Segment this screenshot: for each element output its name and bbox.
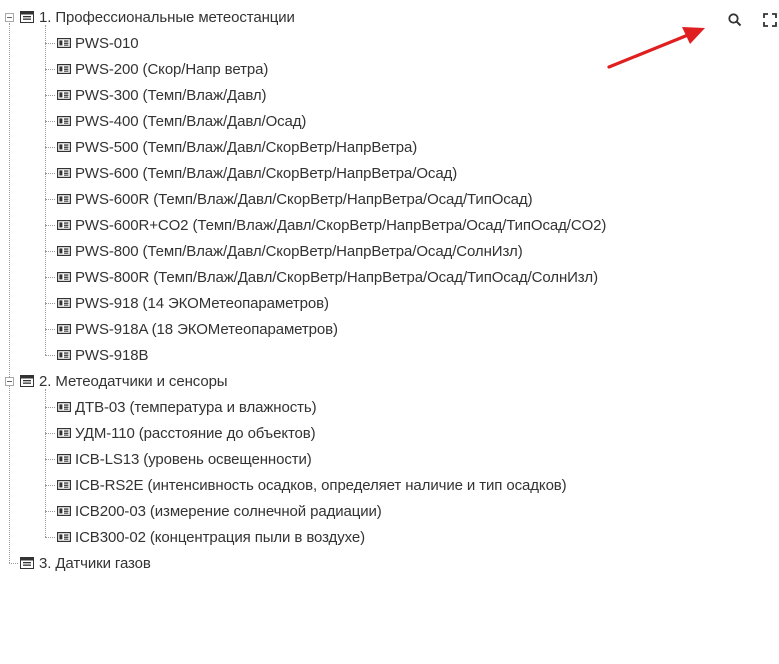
tree-item-label: PWS-918B bbox=[75, 346, 149, 364]
tree-item-label: PWS-300 (Темп/Влаж/Давл) bbox=[75, 86, 267, 104]
tree-item-label: ICB200-03 (измерение солнечной радиации) bbox=[75, 502, 382, 520]
tree-branch-line bbox=[45, 95, 55, 96]
tree-item[interactable]: УДМ-110 (расстояние до объектов) bbox=[57, 420, 316, 446]
tree-item[interactable]: PWS-400 (Темп/Влаж/Давл/Осад) bbox=[57, 108, 306, 134]
device-icon bbox=[57, 428, 71, 438]
tree-group-label: 3. Датчики газов bbox=[39, 554, 151, 572]
tree-branch-line bbox=[45, 25, 46, 355]
tree-item-label: PWS-918 (14 ЭКОМетеопараметров) bbox=[75, 294, 329, 312]
tree-branch-line bbox=[45, 251, 55, 252]
tree-item[interactable]: PWS-600 (Темп/Влаж/Давл/СкорВетр/НапрВет… bbox=[57, 160, 457, 186]
tree-group-3[interactable]: 3. Датчики газов bbox=[20, 550, 151, 576]
device-icon bbox=[57, 272, 71, 282]
device-tree: 1. Профессиональные метеостанции PWS-010 P… bbox=[0, 0, 779, 664]
tree-branch-line bbox=[45, 485, 55, 486]
device-icon bbox=[57, 168, 71, 178]
tree-branch-line bbox=[45, 147, 55, 148]
device-icon bbox=[57, 298, 71, 308]
device-icon bbox=[57, 532, 71, 542]
device-icon bbox=[57, 220, 71, 230]
tree-item-label: PWS-010 bbox=[75, 34, 139, 52]
tree-item-label: PWS-400 (Темп/Влаж/Давл/Осад) bbox=[75, 112, 307, 130]
tree-item[interactable]: PWS-500 (Темп/Влаж/Давл/СкорВетр/НапрВет… bbox=[57, 134, 417, 160]
tree-branch-line bbox=[45, 407, 55, 408]
device-icon bbox=[57, 506, 71, 516]
tree-item[interactable]: PWS-918 (14 ЭКОМетеопараметров) bbox=[57, 290, 329, 316]
tree-item-label: PWS-800R (Темп/Влаж/Давл/СкорВетр/НапрВе… bbox=[75, 268, 598, 286]
tree-branch-line bbox=[45, 329, 55, 330]
tree-item-label: ICB300-02 (концентрация пыли в воздухе) bbox=[75, 528, 365, 546]
tree-item[interactable]: PWS-600R (Темп/Влаж/Давл/СкорВетр/НапрВе… bbox=[57, 186, 533, 212]
tree-item-label: ICB-RS2E (интенсивность осадков, определ… bbox=[75, 476, 567, 494]
tree-group-2[interactable]: 2. Метеодатчики и сенсоры bbox=[20, 368, 228, 394]
tree-branch-line bbox=[45, 511, 55, 512]
tree-item[interactable]: ICB300-02 (концентрация пыли в воздухе) bbox=[57, 524, 365, 550]
tree-branch-line bbox=[9, 563, 18, 564]
device-icon bbox=[57, 116, 71, 126]
device-icon bbox=[57, 142, 71, 152]
tree-item-label: PWS-800 (Темп/Влаж/Давл/СкорВетр/НапрВет… bbox=[75, 242, 523, 260]
tree-branch-line bbox=[45, 303, 55, 304]
tree-item[interactable]: ICB-RS2E (интенсивность осадков, определ… bbox=[57, 472, 567, 498]
folder-icon bbox=[20, 11, 34, 23]
device-icon bbox=[57, 246, 71, 256]
tree-item[interactable]: PWS-300 (Темп/Влаж/Давл) bbox=[57, 82, 267, 108]
tree-item-label: PWS-600R (Темп/Влаж/Давл/СкорВетр/НапрВе… bbox=[75, 190, 533, 208]
device-icon bbox=[57, 324, 71, 334]
tree-branch-line bbox=[45, 121, 55, 122]
tree-item-label: PWS-600 (Темп/Влаж/Давл/СкорВетр/НапрВет… bbox=[75, 164, 458, 182]
tree-item-label: ДТВ-03 (температура и влажность) bbox=[75, 398, 317, 416]
tree-item[interactable]: PWS-200 (Скор/Напр ветра) bbox=[57, 56, 268, 82]
collapse-toggle[interactable] bbox=[5, 377, 14, 386]
tree-group-label: 2. Метеодатчики и сенсоры bbox=[39, 372, 228, 390]
tree-item[interactable]: PWS-010 bbox=[57, 30, 139, 56]
tree-item[interactable]: PWS-800R (Темп/Влаж/Давл/СкорВетр/НапрВе… bbox=[57, 264, 598, 290]
tree-item[interactable]: PWS-800 (Темп/Влаж/Давл/СкорВетр/НапрВет… bbox=[57, 238, 523, 264]
device-icon bbox=[57, 350, 71, 360]
tree-item-label: PWS-918A (18 ЭКОМетеопараметров) bbox=[75, 320, 338, 338]
tree-branch-line bbox=[45, 389, 46, 537]
tree-branch-line bbox=[45, 43, 55, 44]
tree-branch-line bbox=[45, 199, 55, 200]
collapse-toggle[interactable] bbox=[5, 13, 14, 22]
device-icon bbox=[57, 64, 71, 74]
device-icon bbox=[57, 454, 71, 464]
tree-branch-line bbox=[45, 459, 55, 460]
tree-item[interactable]: PWS-918B bbox=[57, 342, 149, 368]
tree-branch-line bbox=[45, 355, 55, 356]
tree-item[interactable]: ICB200-03 (измерение солнечной радиации) bbox=[57, 498, 382, 524]
tree-item-label: ICB-LS13 (уровень освещенности) bbox=[75, 450, 312, 468]
tree-branch-line bbox=[45, 537, 55, 538]
tree-item[interactable]: ДТВ-03 (температура и влажность) bbox=[57, 394, 317, 420]
tree-item-label: УДМ-110 (расстояние до объектов) bbox=[75, 424, 316, 442]
device-icon bbox=[57, 90, 71, 100]
device-icon bbox=[57, 38, 71, 48]
folder-icon bbox=[20, 557, 34, 569]
tree-branch-line bbox=[45, 225, 55, 226]
tree-branch-line bbox=[45, 173, 55, 174]
tree-item-label: PWS-200 (Скор/Напр ветра) bbox=[75, 60, 269, 78]
tree-branch-line bbox=[45, 69, 55, 70]
fullscreen-icon[interactable] bbox=[762, 12, 778, 28]
tree-branch-line bbox=[45, 277, 55, 278]
tree-item-label: PWS-600R+CO2 (Темп/Влаж/Давл/СкорВетр/На… bbox=[75, 216, 607, 234]
tree-group-1[interactable]: 1. Профессиональные метеостанции bbox=[20, 4, 295, 30]
tree-root-line bbox=[9, 23, 10, 563]
tree-item-label: PWS-500 (Темп/Влаж/Давл/СкорВетр/НапрВет… bbox=[75, 138, 418, 156]
folder-icon bbox=[20, 375, 34, 387]
tree-item[interactable]: ICB-LS13 (уровень освещенности) bbox=[57, 446, 312, 472]
tree-item[interactable]: PWS-918A (18 ЭКОМетеопараметров) bbox=[57, 316, 338, 342]
device-icon bbox=[57, 480, 71, 490]
device-icon bbox=[57, 402, 71, 412]
search-icon[interactable] bbox=[727, 12, 743, 28]
tree-item[interactable]: PWS-600R+CO2 (Темп/Влаж/Давл/СкорВетр/На… bbox=[57, 212, 606, 238]
tree-branch-line bbox=[45, 433, 55, 434]
tree-group-label: 1. Профессиональные метеостанции bbox=[39, 8, 295, 26]
device-icon bbox=[57, 194, 71, 204]
